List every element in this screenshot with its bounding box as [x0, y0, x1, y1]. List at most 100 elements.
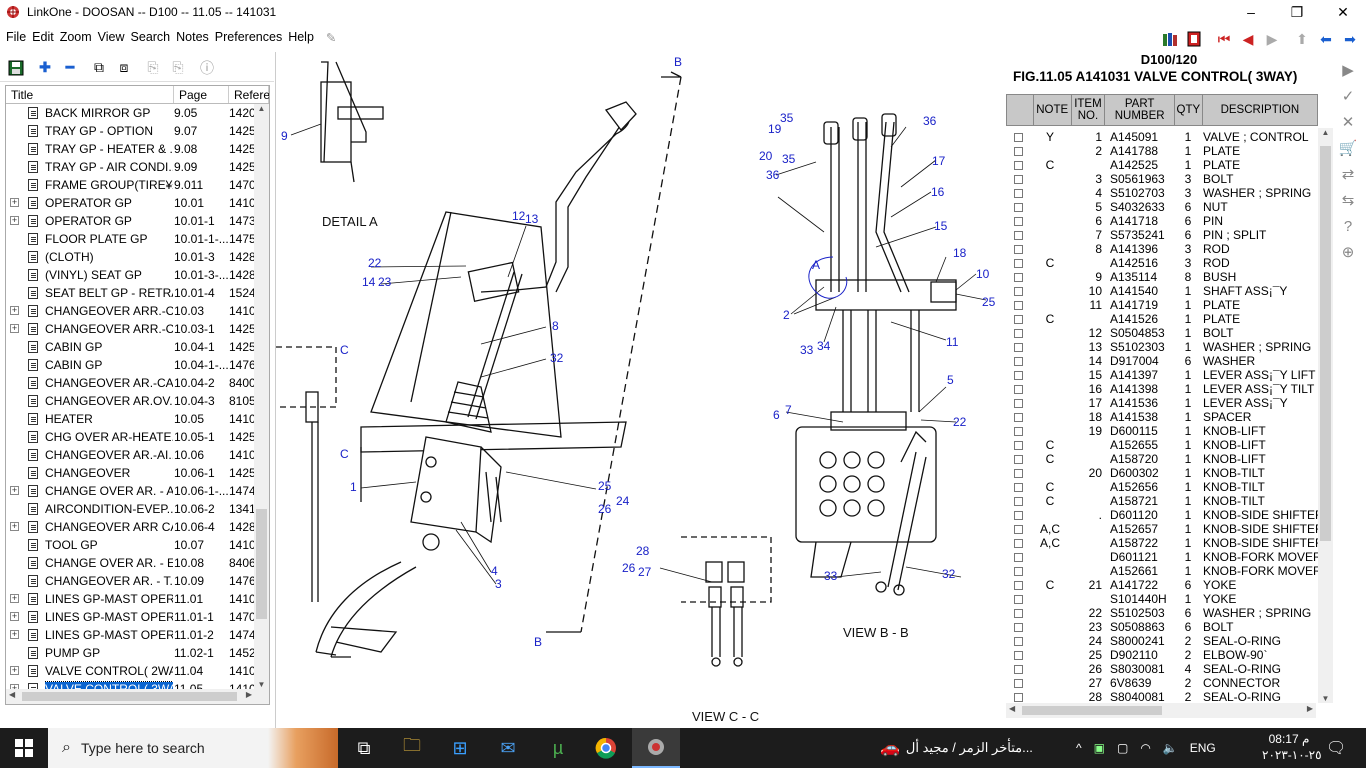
menu-edit[interactable]: Edit [29, 30, 57, 44]
remove-icon[interactable]: ━ [58, 57, 82, 79]
header-desc[interactable]: DESCRIPTION [1201, 95, 1317, 125]
row-checkbox[interactable] [1014, 665, 1023, 674]
header-note[interactable]: NOTE [1032, 95, 1071, 125]
menu-search[interactable]: Search [128, 30, 174, 44]
tree-row[interactable]: FLOOR PLATE GP 10.01-1-... 1475 [6, 230, 269, 248]
prev-icon[interactable]: ◀ [1236, 28, 1260, 50]
parts-row[interactable]: 15 A141397 1 LEVER ASS¡¯Y LIFT [1006, 368, 1318, 382]
row-checkbox[interactable] [1014, 525, 1023, 534]
row-checkbox[interactable] [1014, 651, 1023, 660]
contents-tree[interactable]: Title Page Refere... BACK MIRROR GP 9.05 1… [5, 85, 270, 705]
tree-row[interactable]: + VALVE CONTROL( 2WA... 11.04 1410 [6, 662, 269, 680]
parts-row[interactable]: 24 S8000241 2 SEAL-O-RING [1006, 634, 1318, 648]
parts-row[interactable]: 8 A141396 3 ROD [1006, 242, 1318, 256]
menu-preferences[interactable]: Preferences [212, 30, 285, 44]
parts-row[interactable]: 3 S0561963 3 BOLT [1006, 172, 1318, 186]
parts-row[interactable]: 9 A135114 8 BUSH [1006, 270, 1318, 284]
parts-row[interactable]: 7 S5735241 6 PIN ; SPLIT [1006, 228, 1318, 242]
close-button[interactable]: ✕ [1320, 0, 1366, 24]
sync2-icon[interactable]: ⇆ [1336, 188, 1360, 212]
row-checkbox[interactable] [1014, 441, 1023, 450]
parts-row[interactable]: A152661 1 KNOB-FORK MOVER [1006, 564, 1318, 578]
row-checkbox[interactable] [1014, 595, 1023, 604]
tree-row[interactable]: TRAY GP - HEATER & ... 9.08 1425 [6, 140, 269, 158]
tree-row[interactable]: CHANGEOVER AR. - T... 10.09 1476 [6, 572, 269, 590]
tree-row[interactable]: CABIN GP 10.04-1 1425 [6, 338, 269, 356]
row-checkbox[interactable] [1014, 329, 1023, 338]
parts-row[interactable]: 5 S4032633 6 NUT [1006, 200, 1318, 214]
parts-row[interactable]: 12 S0504853 1 BOLT [1006, 326, 1318, 340]
paste-icon[interactable]: ⎘ [141, 57, 165, 79]
row-checkbox[interactable] [1014, 679, 1023, 688]
parts-row[interactable]: 28 S8040081 2 SEAL-O-RING [1006, 690, 1318, 704]
scroll-thumb[interactable] [22, 692, 237, 701]
scroll-left-icon[interactable]: ◀ [9, 690, 15, 699]
row-checkbox[interactable] [1014, 315, 1023, 324]
book-icon[interactable] [1158, 28, 1182, 50]
row-checkbox[interactable] [1014, 581, 1023, 590]
check-icon[interactable]: ✓ [1336, 84, 1360, 108]
tree-row[interactable]: + LINES GP-MAST OPER... 11.01 1410 [6, 590, 269, 608]
taskbar-search-box[interactable]: ⌕ Type here to search [48, 728, 338, 768]
expand-icon[interactable]: + [10, 594, 19, 603]
cart-icon[interactable]: 🛒 [1336, 136, 1360, 160]
parts-row[interactable]: S101440H 1 YOKE [1006, 592, 1318, 606]
expand-icon[interactable]: + [10, 306, 19, 315]
row-checkbox[interactable] [1014, 175, 1023, 184]
tree-vertical-scrollbar[interactable]: ▲ ▼ [254, 104, 269, 689]
chrome-icon[interactable] [582, 728, 630, 768]
tree-row[interactable]: (VINYL) SEAT GP 10.01-3-... 1428 [6, 266, 269, 284]
zoom-icon[interactable]: ⊕ [1336, 240, 1360, 264]
header-part[interactable]: PART NUMBER [1104, 95, 1174, 125]
parts-row[interactable]: 4 S5102703 3 WASHER ; SPRING [1006, 186, 1318, 200]
row-checkbox[interactable] [1014, 231, 1023, 240]
tree-row[interactable]: +CHANGEOVER ARR CA...10.06-41428 [6, 518, 269, 536]
notification-icon[interactable]: 🗨 [1326, 738, 1346, 758]
tree-row[interactable]: SEAT BELT GP - RETRA...10.01-41524 [6, 284, 269, 302]
row-checkbox[interactable] [1014, 609, 1023, 618]
row-checkbox[interactable] [1014, 385, 1023, 394]
tree-row[interactable]: + CHANGE OVER AR. - A... 10.06-1-... 1474 [6, 482, 269, 500]
parts-row[interactable]: 20 D600302 1 KNOB-TILT [1006, 466, 1318, 480]
tree-row[interactable]: PUMP GP 11.02-1 1452 [6, 644, 269, 662]
parts-row[interactable]: D601121 1 KNOB-FORK MOVER [1006, 550, 1318, 564]
parts-row[interactable]: C A158720 1 KNOB-LIFT [1006, 452, 1318, 466]
parts-row[interactable]: C A142525 1 PLATE [1006, 158, 1318, 172]
sync-icon[interactable]: ⇄ [1336, 162, 1360, 186]
tree-row[interactable]: CHANGEOVER 10.06-1 1425 [6, 464, 269, 482]
scroll-left-icon[interactable]: ◀ [1009, 704, 1015, 713]
row-checkbox[interactable] [1014, 693, 1023, 702]
tree-icon[interactable]: ⧈ [112, 57, 136, 79]
tree-row[interactable]: BACK MIRROR GP 9.05 1420 [6, 104, 269, 122]
column-title[interactable]: Title [6, 86, 174, 103]
row-checkbox[interactable] [1014, 469, 1023, 478]
store-icon[interactable]: ⊞ [436, 728, 484, 768]
tree-row[interactable]: + OPERATOR GP 10.01-1 1473 [6, 212, 269, 230]
row-checkbox[interactable] [1014, 399, 1023, 408]
minimize-button[interactable]: – [1228, 0, 1274, 24]
tree-row[interactable]: CHG OVER AR-HEATE... 10.05-1 1425 [6, 428, 269, 446]
parts-row[interactable]: 2 A141788 1 PLATE [1006, 144, 1318, 158]
column-reference[interactable]: Refere... [229, 86, 269, 103]
row-checkbox[interactable] [1014, 511, 1023, 520]
row-checkbox[interactable] [1014, 133, 1023, 142]
parts-vertical-scrollbar[interactable]: ▲ ▼ [1318, 128, 1333, 703]
parts-row[interactable]: 6 A141718 6 PIN [1006, 214, 1318, 228]
tree-row[interactable]: FRAME GROUP(TIRE¥±...9.0111470 [6, 176, 269, 194]
row-checkbox[interactable] [1014, 553, 1023, 562]
parts-row[interactable]: A,C A158722 1 KNOB-SIDE SHIFTER [1006, 536, 1318, 550]
row-checkbox[interactable] [1014, 147, 1023, 156]
tree-row[interactable]: CHANGE OVER AR. - E... 10.08 8406 [6, 554, 269, 572]
row-checkbox[interactable] [1014, 259, 1023, 268]
menu-help[interactable]: Help [285, 30, 317, 44]
expand-icon[interactable]: + [10, 216, 19, 225]
parts-row[interactable]: 14 D917004 6 WASHER [1006, 354, 1318, 368]
info-icon[interactable]: ⓘ [195, 57, 219, 79]
parts-row[interactable]: A,C A152657 1 KNOB-SIDE SHIFTER [1006, 522, 1318, 536]
forward-icon[interactable]: ➡ [1338, 28, 1362, 50]
tree-row[interactable]: CHANGEOVER AR.OV... 10.04-3 8105 [6, 392, 269, 410]
row-checkbox[interactable] [1014, 567, 1023, 576]
parts-row[interactable]: 18 A141538 1 SPACER [1006, 410, 1318, 424]
scroll-down-icon[interactable]: ▼ [254, 680, 269, 689]
scroll-thumb[interactable] [1022, 706, 1162, 715]
